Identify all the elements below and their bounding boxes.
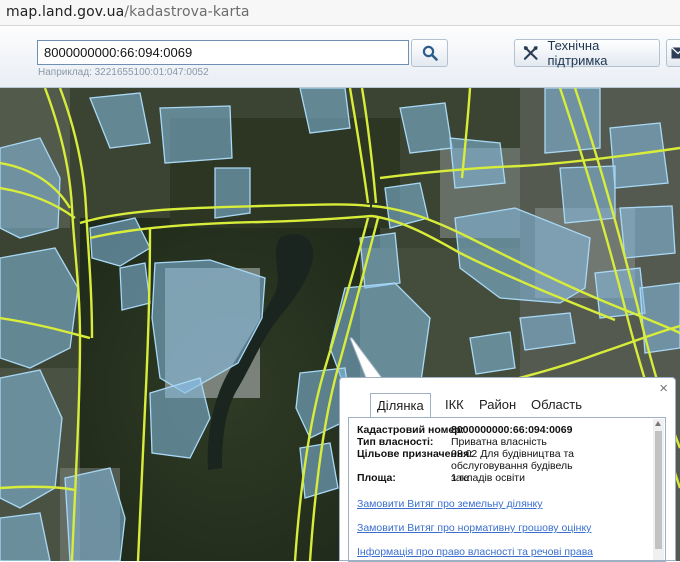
tab-district[interactable]: Район xyxy=(479,393,516,417)
site-header: Наприклад: 3221655100:01:047:0052 Техніч… xyxy=(0,26,680,88)
tools-icon xyxy=(523,45,538,61)
parcel-info-popup: × Ділянка ІКК Район Область Кадастровий … xyxy=(339,377,676,561)
tech-support-label: Технічна підтримка xyxy=(547,38,659,68)
order-land-extract-link[interactable]: Замовити Витяг про земельну ділянку xyxy=(357,498,543,510)
search-example-hint: Наприклад: 3221655100:01:047:0052 xyxy=(38,67,209,78)
scroll-up-arrow-icon[interactable] xyxy=(655,421,661,426)
field-value: 1 га xyxy=(451,472,591,484)
search-button[interactable] xyxy=(411,39,448,67)
tab-parcel[interactable]: Ділянка xyxy=(370,393,431,418)
field-label: Кадастровий номер: xyxy=(357,424,464,436)
tech-support-button[interactable]: Технічна підтримка xyxy=(514,39,660,67)
field-value: Приватна власність xyxy=(451,436,591,448)
field-label: Тип власності: xyxy=(357,436,433,448)
feedback-button[interactable] xyxy=(666,39,680,67)
search-icon xyxy=(422,45,438,61)
ownership-info-link[interactable]: Інформація про право власності та речові… xyxy=(357,546,593,558)
scroll-thumb[interactable] xyxy=(655,431,662,549)
tab-ikk[interactable]: ІКК xyxy=(445,393,464,417)
order-valuation-extract-link[interactable]: Замовити Витяг про нормативну грошову оц… xyxy=(357,522,591,534)
tab-region[interactable]: Область xyxy=(531,393,582,417)
browser-address-bar[interactable]: map.land.gov.ua/kadastrova-karta xyxy=(0,0,680,26)
mail-icon xyxy=(671,47,680,59)
info-scrollbar[interactable] xyxy=(653,419,664,560)
url-text[interactable]: map.land.gov.ua/kadastrova-karta xyxy=(6,4,250,20)
url-path: /kadastrova-karta xyxy=(124,4,249,20)
close-icon[interactable]: × xyxy=(659,380,668,397)
field-label: Площа: xyxy=(357,472,396,484)
field-value: 8000000000:66:094:0069 xyxy=(451,424,591,436)
parcel-info-panel: Кадастровий номер: 8000000000:66:094:006… xyxy=(348,417,666,562)
cadastral-search-input[interactable] xyxy=(37,40,409,65)
url-host: map.land.gov.ua xyxy=(6,4,124,20)
